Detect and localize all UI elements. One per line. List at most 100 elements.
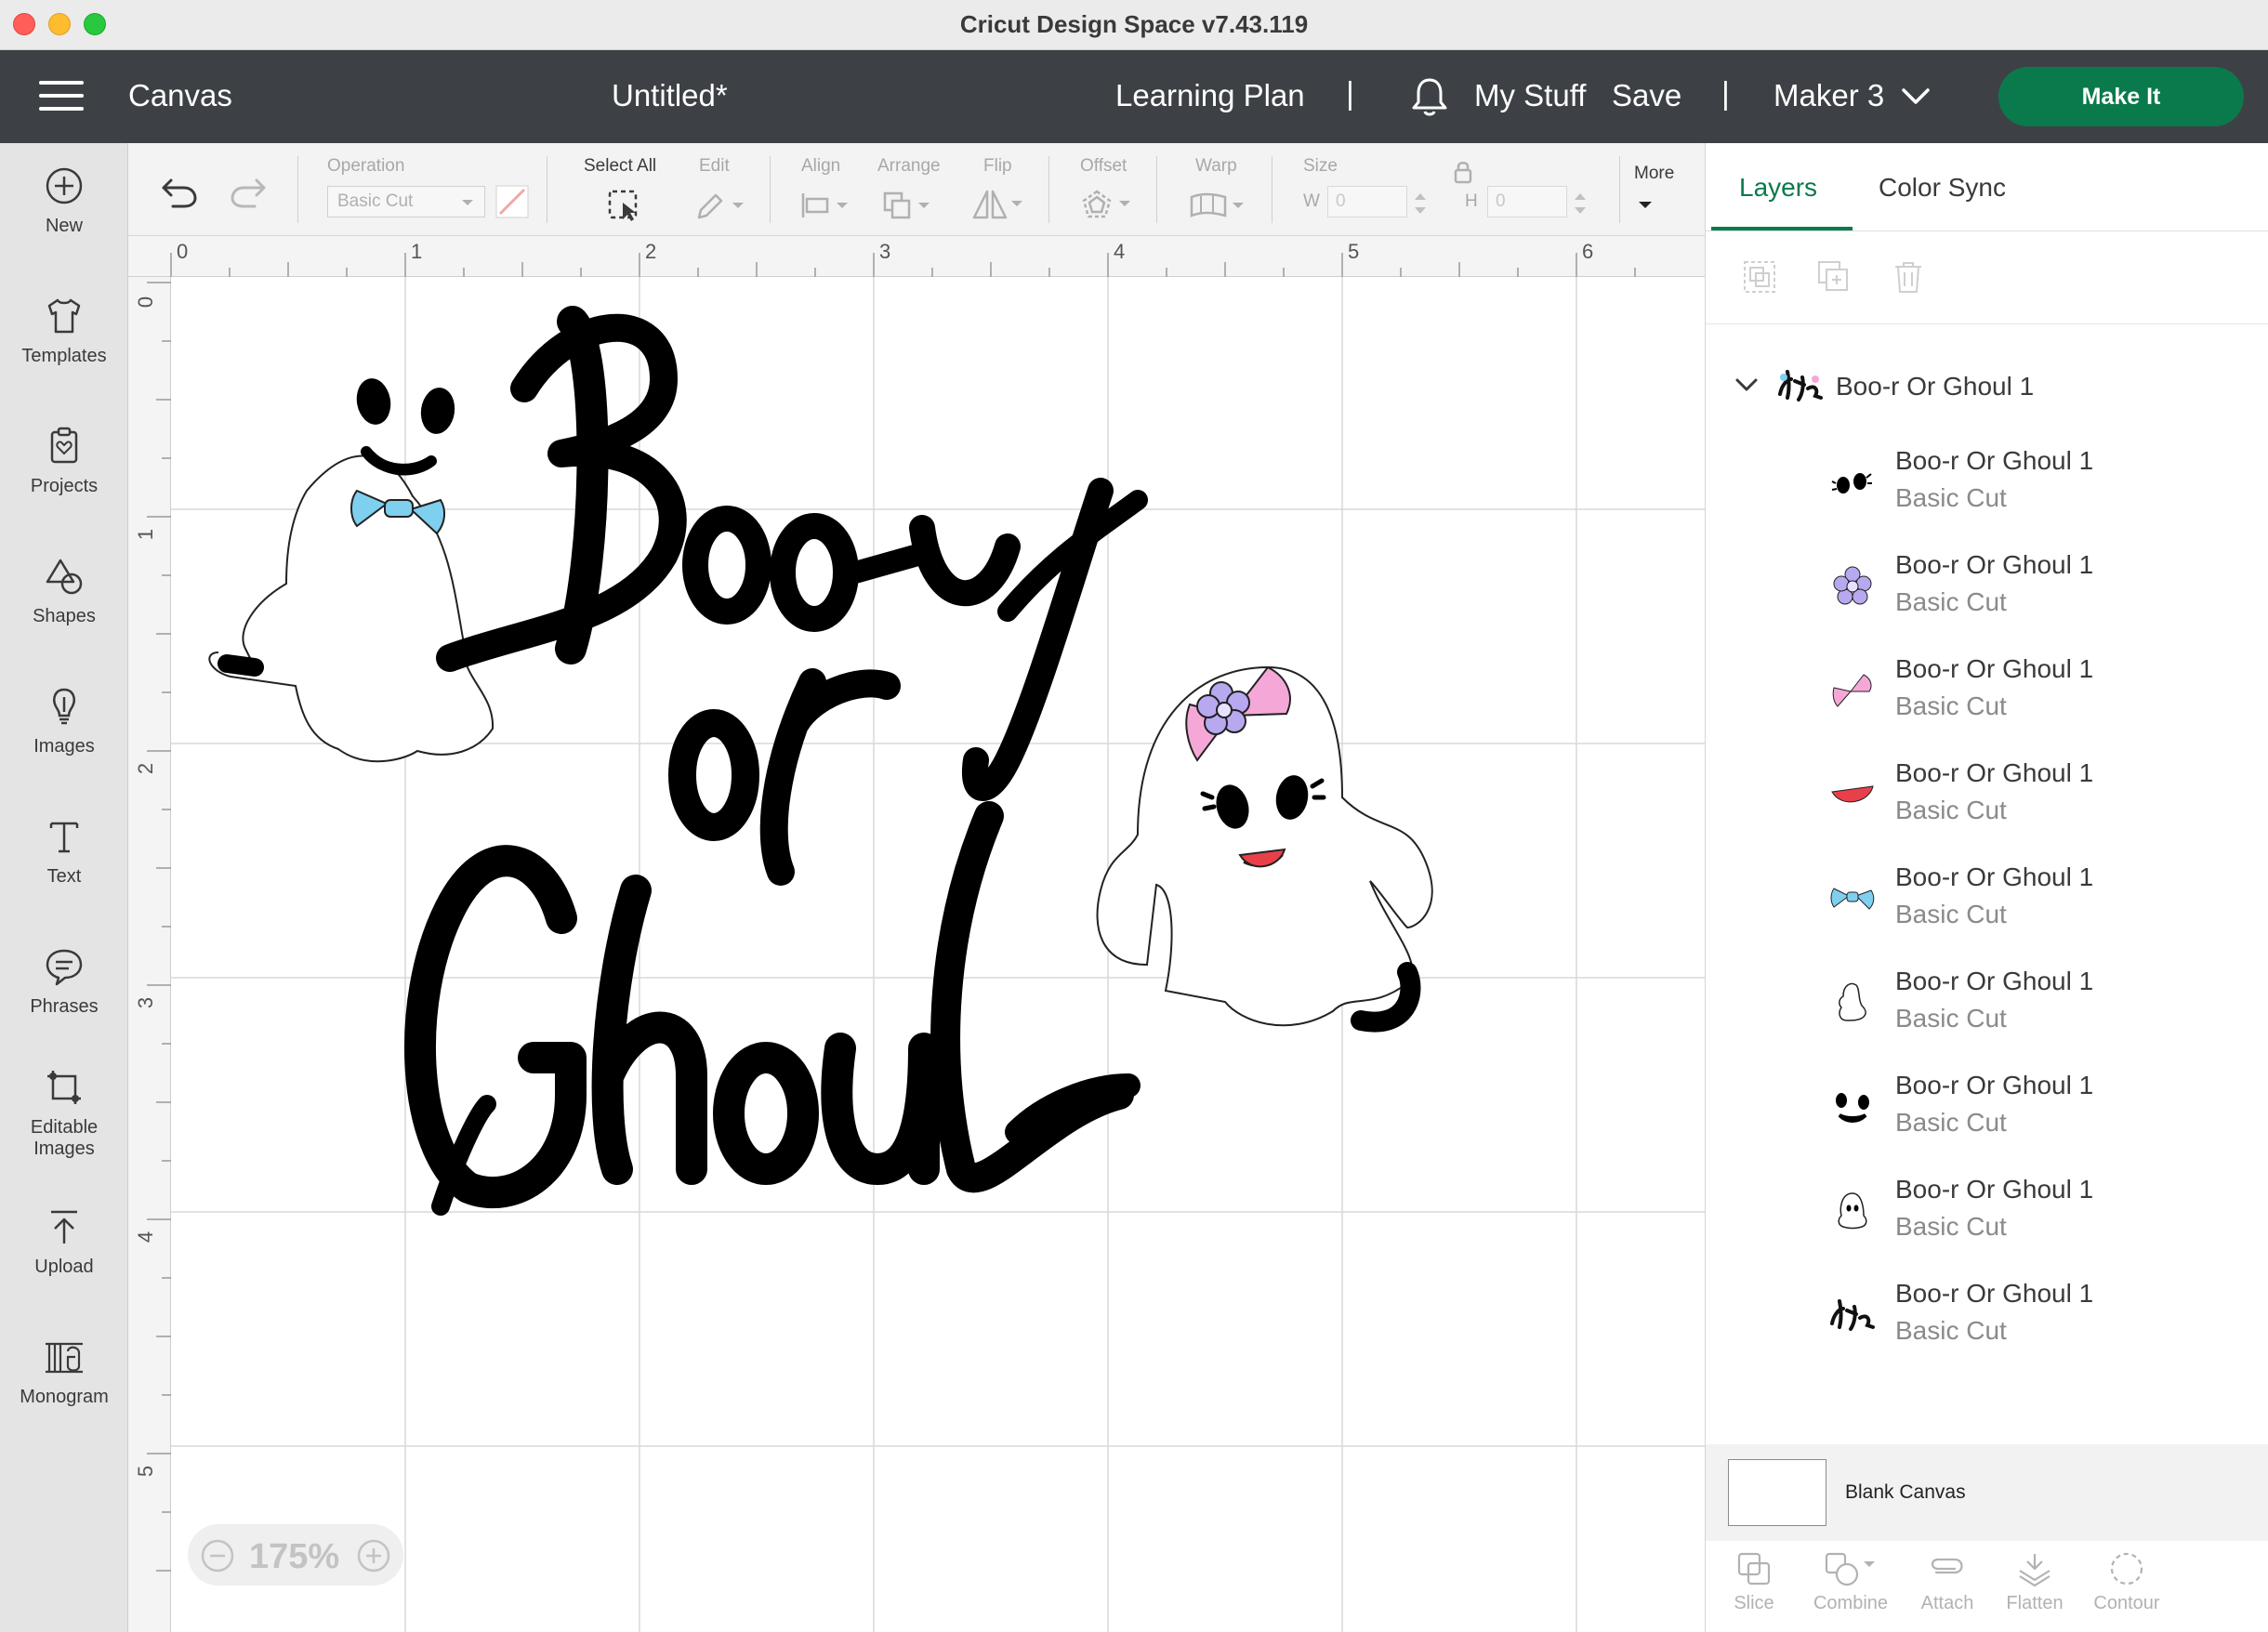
learning-plan-link[interactable]: Learning Plan	[1115, 78, 1305, 113]
shapes-icon	[46, 559, 83, 595]
sidebar-item-label: Editable	[30, 1117, 99, 1138]
tab-layers[interactable]: Layers	[1739, 173, 1817, 203]
section-title: Canvas	[128, 78, 232, 112]
sidebar-item-shapes[interactable]: Shapes	[0, 556, 128, 627]
zoom-out-icon[interactable]	[201, 1539, 234, 1573]
duplicate-icon[interactable]	[1815, 258, 1853, 296]
warp-icon[interactable]	[1188, 190, 1249, 221]
sidebar-item-editable-images[interactable]: Editable Images	[0, 1067, 128, 1160]
layer-operation: Basic Cut	[1895, 1212, 2007, 1241]
ruler-top-label: 5	[1348, 240, 1360, 263]
redo-icon[interactable]	[229, 173, 270, 210]
app-header: Canvas Untitled* Learning Plan | My Stuf…	[0, 50, 2268, 143]
layer-row[interactable]: Boo-r Or Ghoul 1 Basic Cut	[1706, 1061, 2268, 1164]
select-all-icon[interactable]	[606, 188, 641, 223]
header-separator: |	[1721, 76, 1730, 112]
arrange-icon[interactable]	[881, 190, 933, 221]
machine-selector[interactable]: Maker 3	[1774, 78, 1884, 113]
layer-name: Boo-r Or Ghoul 1	[1895, 1175, 2094, 1204]
layer-row[interactable]: Boo-r Or Ghoul 1 Basic Cut	[1706, 749, 2268, 851]
layer-operation: Basic Cut	[1895, 900, 2007, 928]
speech-bubble-icon	[46, 949, 83, 986]
chevron-down-icon[interactable]	[1900, 86, 1932, 108]
flip-icon[interactable]	[970, 188, 1026, 221]
sidebar-item-text[interactable]: Text	[0, 816, 128, 888]
plus-circle-icon	[46, 167, 83, 204]
layer-name: Boo-r Or Ghoul 1	[1895, 967, 2094, 995]
layer-row[interactable]: Boo-r Or Ghoul 1 Basic Cut	[1706, 957, 2268, 1059]
ruler-left-label: 2	[134, 762, 157, 775]
layer-operation: Basic Cut	[1895, 1316, 2007, 1345]
combine-label: Combine	[1813, 1593, 1889, 1613]
slice-icon	[1737, 1552, 1771, 1586]
layer-operation: Basic Cut	[1895, 796, 2007, 824]
zoom-in-icon[interactable]	[357, 1539, 390, 1573]
design-canvas[interactable]: 0 1 2 3 4 5 6 0 1 2 3 4 5 175%	[128, 236, 1705, 1632]
layer-row[interactable]: Boo-r Or Ghoul 1 Basic Cut	[1706, 437, 2268, 539]
right-ghost-shape[interactable]	[1096, 665, 1433, 1033]
layer-group-row[interactable]: Boo-r Or Ghoul 1	[1706, 353, 2268, 418]
width-label: W	[1303, 191, 1320, 211]
sidebar-item-label: Images	[33, 736, 95, 757]
sidebar-item-label: Projects	[30, 476, 99, 496]
undo-icon[interactable]	[158, 173, 199, 210]
ruler-top-label: 2	[645, 240, 657, 263]
sidebar-item-images[interactable]: Images	[0, 686, 128, 757]
pencil-edit-icon[interactable]	[693, 190, 745, 221]
flip-label: Flip	[983, 156, 1012, 176]
bell-icon[interactable]	[1409, 76, 1450, 119]
group-icon[interactable]	[1741, 258, 1778, 296]
size-label: Size	[1303, 156, 1338, 176]
layer-row[interactable]: Boo-r Or Ghoul 1 Basic Cut	[1706, 541, 2268, 643]
sidebar-item-phrases[interactable]: Phrases	[0, 946, 128, 1018]
combine-button[interactable]: Combine	[1806, 1550, 1895, 1614]
hamburger-menu-icon[interactable]	[39, 81, 86, 112]
lock-icon[interactable]	[1452, 158, 1474, 186]
attach-button[interactable]: Attach	[1912, 1550, 1983, 1614]
save-button[interactable]: Save	[1612, 78, 1681, 113]
layer-name: Boo-r Or Ghoul 1	[1895, 550, 2094, 579]
layer-row[interactable]: Boo-r Or Ghoul 1 Basic Cut	[1706, 853, 2268, 955]
chevron-down-icon[interactable]	[1734, 375, 1760, 396]
layer-operation: Basic Cut	[1895, 691, 2007, 720]
sidebar-item-upload[interactable]: Upload	[0, 1206, 128, 1278]
tab-color-sync[interactable]: Color Sync	[1879, 173, 2006, 203]
window-titlebar: Cricut Design Space v7.43.119	[0, 0, 2268, 50]
trash-icon[interactable]	[1890, 258, 1927, 296]
sidebar-item-templates[interactable]: Templates	[0, 296, 128, 367]
sidebar-item-monogram[interactable]: Monogram	[0, 1336, 128, 1408]
more-button[interactable]: More	[1634, 164, 1674, 184]
flatten-label: Flatten	[2006, 1593, 2064, 1613]
canvas-swatch[interactable]	[1728, 1459, 1826, 1526]
layer-row[interactable]: Boo-r Or Ghoul 1 Basic Cut	[1706, 1270, 2268, 1372]
layers-panel: Layers Color Sync Boo-r Or Ghoul 1 Boo-r…	[1705, 143, 2268, 1632]
project-title[interactable]: Untitled*	[612, 78, 728, 113]
sidebar-item-label: Shapes	[33, 606, 96, 626]
flatten-button[interactable]: Flatten	[1999, 1550, 2070, 1614]
flatten-icon	[2019, 1554, 2050, 1587]
ghost-outline-icon	[1839, 982, 1866, 1021]
boo-y-or-ghoul-lettering[interactable]	[404, 306, 1148, 1216]
chevron-down-icon	[462, 200, 473, 205]
layer-actions-bar: Slice Combine Attach Flatten Contour	[1706, 1541, 2268, 1632]
offset-icon[interactable]	[1080, 188, 1136, 221]
blank-canvas-row[interactable]: Blank Canvas	[1706, 1444, 2268, 1541]
sidebar-item-projects[interactable]: Projects	[0, 426, 128, 497]
layer-row[interactable]: Boo-r Or Ghoul 1 Basic Cut	[1706, 645, 2268, 747]
make-it-button[interactable]: Make It	[1998, 67, 2244, 126]
chevron-down-icon[interactable]	[1636, 199, 1655, 212]
height-input[interactable]: 0	[1487, 186, 1567, 217]
layer-operation: Basic Cut	[1895, 1004, 2007, 1033]
layer-row[interactable]: Boo-r Or Ghoul 1 Basic Cut	[1706, 1165, 2268, 1268]
sidebar-item-new[interactable]: New	[0, 165, 128, 237]
width-stepper-icon[interactable]	[1411, 188, 1430, 219]
contour-button[interactable]: Contour	[2087, 1550, 2167, 1614]
ruler-top-label: 3	[879, 240, 891, 263]
width-input[interactable]: 0	[1327, 186, 1407, 217]
height-stepper-icon[interactable]	[1571, 188, 1589, 219]
material-color-swatch-icon[interactable]	[494, 184, 530, 219]
slice-button[interactable]: Slice	[1721, 1550, 1787, 1614]
align-icon[interactable]	[799, 190, 851, 221]
eyes-icon	[1831, 473, 1872, 494]
my-stuff-link[interactable]: My Stuff	[1474, 78, 1586, 113]
